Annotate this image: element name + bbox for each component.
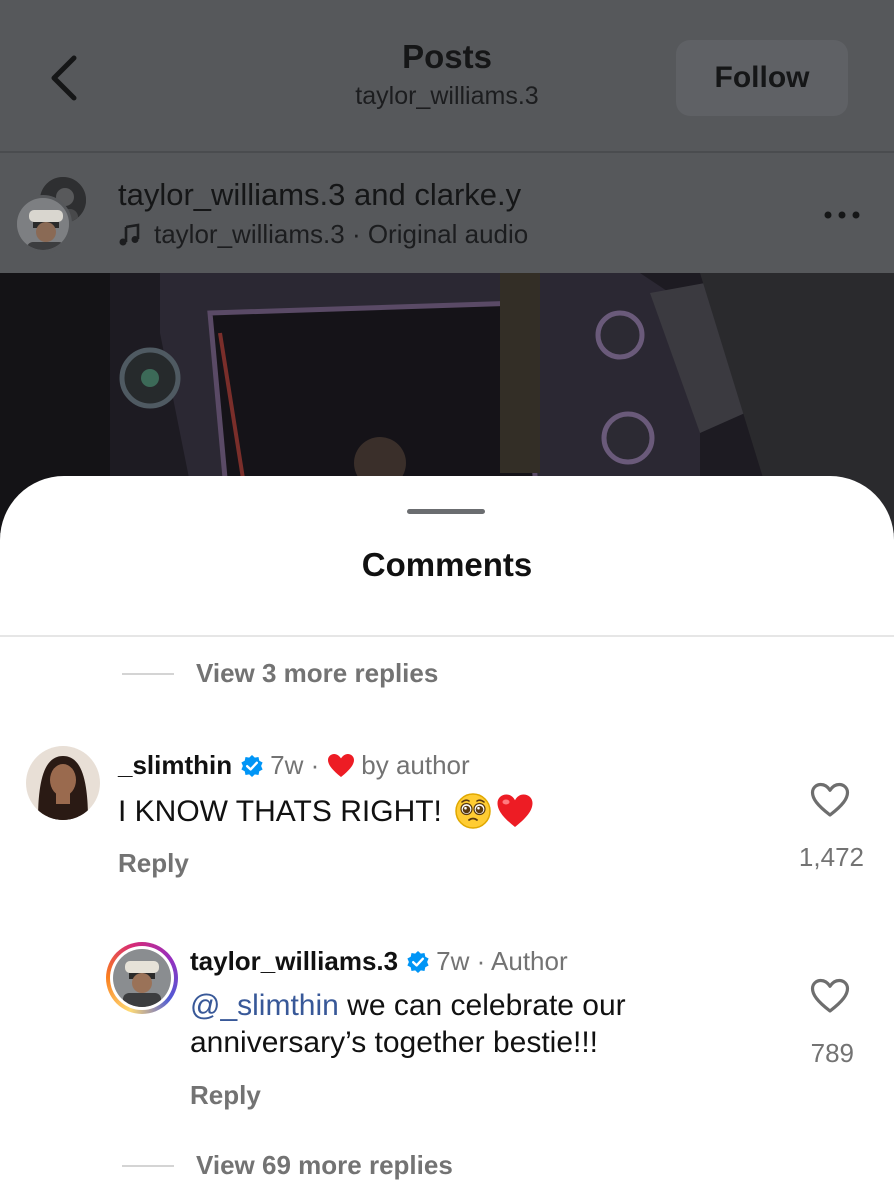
collab-avatar-primary[interactable] — [14, 195, 72, 253]
avatar[interactable] — [26, 746, 100, 820]
reply-username[interactable]: taylor_williams.3 — [190, 946, 398, 977]
sheet-grabber[interactable] — [407, 509, 485, 514]
red-heart-emoji — [497, 794, 533, 827]
like-count: 1,472 — [798, 842, 864, 872]
post-authors[interactable]: taylor_williams.3 and clarke.y — [118, 177, 521, 213]
more-horizontal-icon — [824, 211, 860, 219]
comment-meta: _slimthin 7w · by author — [118, 750, 470, 781]
comment-time: 7w · — [270, 750, 320, 780]
replies-line — [122, 672, 174, 675]
reply-body-2: anniversary’s together bestie!!! — [190, 1026, 599, 1059]
story-ring-avatar[interactable] — [106, 942, 178, 1014]
like-button[interactable] — [810, 978, 850, 1019]
heart-outline-icon — [810, 782, 850, 817]
audio-label: taylor_williams.3 · Original audio — [154, 219, 529, 249]
comment-body: I KNOW THATS RIGHT! — [118, 794, 442, 828]
view-more-replies-label: View 3 more replies — [196, 658, 439, 688]
reply-button[interactable]: Reply — [190, 1080, 261, 1111]
sheet-divider — [0, 635, 894, 637]
like-button[interactable] — [810, 782, 850, 823]
reply-text: @_slimthin we can celebrate our annivers… — [190, 987, 750, 1061]
mention-link[interactable]: @_slimthin — [190, 989, 339, 1022]
verified-badge-icon — [407, 950, 429, 973]
replies-line — [122, 1164, 174, 1167]
heart-outline-icon — [810, 978, 850, 1013]
comments-sheet: Comments View 3 more replies _slimthin 7… — [0, 476, 894, 1200]
like-count: 789 — [810, 1038, 854, 1068]
heart-filled-icon — [328, 753, 355, 777]
verified-badge-icon — [241, 754, 263, 777]
comment-text: I KNOW THATS RIGHT! — [118, 792, 534, 830]
reply-button[interactable]: Reply — [118, 848, 189, 879]
reply-time-author: 7w · Author — [436, 946, 568, 976]
post-header: taylor_williams.3 and clarke.y taylor_wi… — [0, 153, 894, 273]
liked-by-author-label: by author — [361, 750, 470, 780]
music-note-icon — [119, 222, 140, 245]
reply-text-line-1: @_slimthin we can celebrate our — [190, 987, 750, 1024]
follow-button[interactable]: Follow — [676, 40, 848, 116]
pleading-face-emoji — [455, 793, 491, 829]
avatar-inner — [110, 946, 174, 1010]
view-more-replies-top[interactable]: View 3 more replies — [122, 658, 438, 689]
instagram-screen: Posts taylor_williams.3 Follow taylor_wi… — [0, 0, 894, 1200]
comments-title: Comments — [361, 546, 533, 583]
top-navigation-bar: Posts taylor_williams.3 Follow — [0, 0, 894, 152]
comment-username[interactable]: _slimthin — [118, 750, 232, 781]
reply-body-1: we can celebrate our — [338, 989, 626, 1022]
view-more-replies-label: View 69 more replies — [196, 1150, 453, 1180]
reply-meta: taylor_williams.3 7w · Author — [190, 946, 568, 977]
more-options-button[interactable] — [822, 205, 862, 225]
post-audio[interactable]: taylor_williams.3 · Original audio — [118, 219, 528, 250]
view-more-replies-bottom[interactable]: View 69 more replies — [122, 1150, 453, 1181]
